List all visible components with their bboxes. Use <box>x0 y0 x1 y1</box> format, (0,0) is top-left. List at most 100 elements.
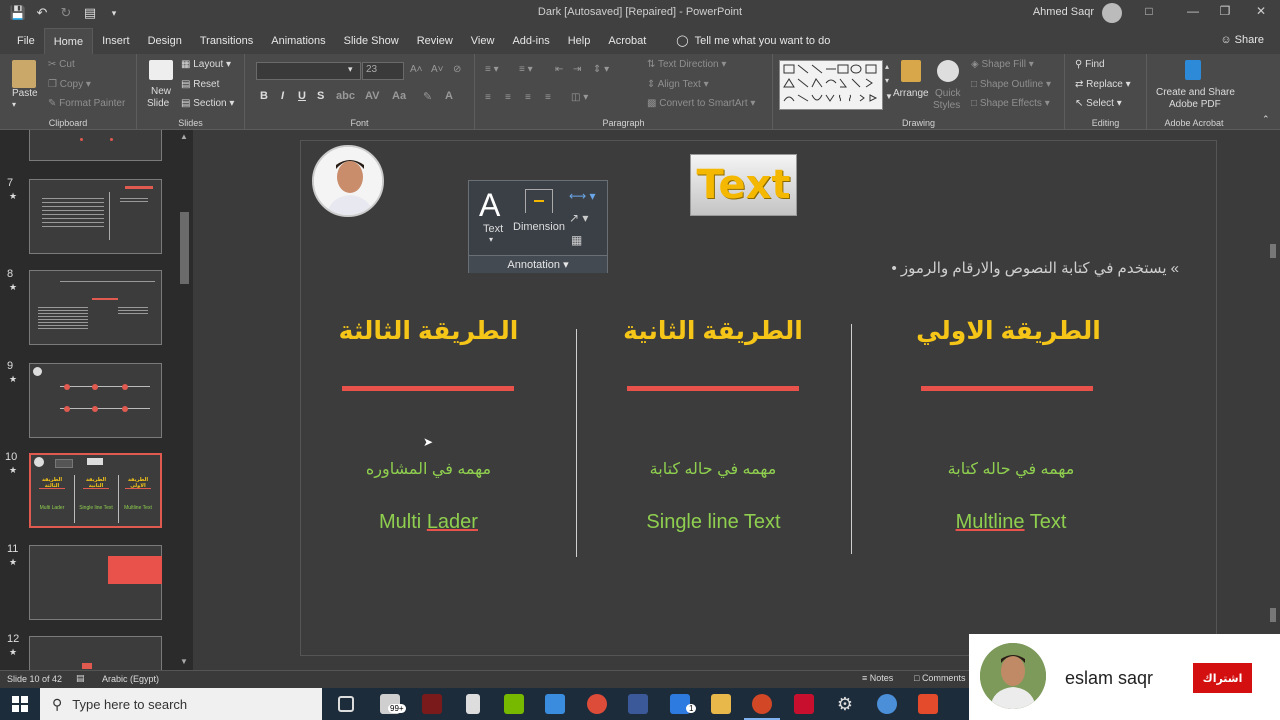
language-indicator[interactable]: Arabic (Egypt) <box>102 674 159 684</box>
camtasia-icon[interactable] <box>918 694 938 714</box>
tab-add-ins[interactable]: Add-ins <box>503 28 558 54</box>
justify-icon[interactable]: ≡ <box>545 92 551 103</box>
save-icon[interactable]: 💾 <box>10 5 26 21</box>
replace-button[interactable]: ⇄ Replace ▾ <box>1075 79 1131 90</box>
game-app-icon[interactable] <box>422 694 442 714</box>
slide-thumb-11[interactable] <box>29 545 162 620</box>
cut-button[interactable]: ✂ Cut <box>48 59 75 70</box>
slide-thumb-8[interactable] <box>29 270 162 345</box>
arrange-button[interactable]: Arrange <box>893 88 929 99</box>
scroll-down-icon[interactable]: ▼ <box>180 657 188 666</box>
new-slide-button[interactable]: New <box>151 86 171 97</box>
quick-styles-button[interactable]: Quick <box>935 88 961 99</box>
shapes-more-icon[interactable]: ▼ <box>885 92 893 101</box>
font-color-icon[interactable]: A <box>445 90 453 102</box>
indent-decrease-icon[interactable]: ⇤ <box>555 64 563 75</box>
line-spacing-icon[interactable]: ⇕ ▾ <box>593 64 609 75</box>
shadow-button[interactable]: S <box>317 90 324 102</box>
close-icon[interactable]: ✕ <box>1252 4 1270 18</box>
new-slide-label[interactable]: Slide <box>147 98 169 109</box>
create-share-pdf-button[interactable]: Create and Share <box>1156 87 1235 98</box>
minimize-icon[interactable]: — <box>1184 4 1202 18</box>
restore-icon[interactable]: ❐ <box>1216 4 1234 18</box>
section-button[interactable]: ▤ Section ▾ <box>181 98 234 109</box>
bullets-icon[interactable]: ≡ ▾ <box>485 64 499 75</box>
change-case-icon[interactable]: Aa <box>392 90 406 102</box>
decrease-font-icon[interactable]: A˅ <box>431 64 444 75</box>
increase-font-icon[interactable]: A˄ <box>410 64 423 75</box>
tab-transitions[interactable]: Transitions <box>191 28 262 54</box>
align-left-icon[interactable]: ≡ <box>485 92 491 103</box>
share-button[interactable]: ☺ Share <box>1220 34 1264 46</box>
present-icon[interactable]: ▤ <box>82 5 98 21</box>
font-name-field[interactable] <box>256 62 361 80</box>
numbering-icon[interactable]: ≡ ▾ <box>519 64 533 75</box>
tell-me-box[interactable]: ◯ Tell me what you want to do <box>667 28 839 54</box>
powerpoint-icon[interactable] <box>752 694 772 714</box>
align-text-button[interactable]: ⇕ Align Text ▾ <box>647 79 709 90</box>
bold-button[interactable]: B <box>260 90 268 102</box>
quick-styles-label[interactable]: Styles <box>933 100 960 111</box>
shapes-scroll-down-icon[interactable]: ▾ <box>885 76 889 85</box>
paste-icon[interactable] <box>12 60 36 88</box>
paste-dropdown-icon[interactable]: ▾ <box>12 100 16 109</box>
highlight-icon[interactable]: ✎ <box>423 90 432 103</box>
slide-thumb-12[interactable] <box>29 636 162 670</box>
slide-thumb-10-selected[interactable]: الطريقة الثالثة الطريقة الثانية الطريقة … <box>29 453 162 528</box>
shape-outline-button[interactable]: □ Shape Outline ▾ <box>971 79 1051 90</box>
settings-gear-icon[interactable]: ⚙ <box>835 694 855 714</box>
shape-fill-button[interactable]: ◈ Shape Fill ▾ <box>971 59 1034 70</box>
align-right-icon[interactable]: ≡ <box>525 92 531 103</box>
columns-icon[interactable]: ◫ ▾ <box>571 92 588 103</box>
layout-button[interactable]: ▦ Layout ▾ <box>181 59 231 70</box>
taskbar-search-box[interactable]: ⚲ Type here to search <box>40 688 322 720</box>
tab-help[interactable]: Help <box>559 28 600 54</box>
underline-button[interactable]: U <box>298 90 306 102</box>
shapes-gallery[interactable] <box>779 60 883 110</box>
autocad-icon[interactable] <box>794 694 814 714</box>
tab-slide-show[interactable]: Slide Show <box>335 28 408 54</box>
customize-qat-icon[interactable]: ▾ <box>106 5 122 21</box>
tab-home[interactable]: Home <box>43 28 94 54</box>
tab-view[interactable]: View <box>462 28 504 54</box>
comments-button[interactable]: □ Comments <box>914 673 965 683</box>
notes-button[interactable]: ≡ Notes <box>862 673 893 683</box>
clear-format-icon[interactable]: ⊘ <box>453 64 461 75</box>
windows-start-icon[interactable] <box>12 696 28 712</box>
scroll-up-icon[interactable]: ▲ <box>180 132 188 141</box>
find-button[interactable]: ⚲ Find <box>1075 59 1105 70</box>
tab-insert[interactable]: Insert <box>93 28 139 54</box>
italic-button[interactable]: I <box>281 90 284 102</box>
format-painter-button[interactable]: ✎ Format Painter <box>48 98 125 109</box>
tab-acrobat[interactable]: Acrobat <box>599 28 655 54</box>
arrange-icon[interactable] <box>901 60 921 82</box>
store-icon[interactable] <box>545 694 565 714</box>
redo-icon[interactable]: ↻ <box>58 5 74 21</box>
tab-file[interactable]: File <box>8 28 44 54</box>
font-size-field[interactable]: 23 <box>362 62 404 80</box>
task-view-icon[interactable] <box>338 696 354 712</box>
font-name-dropdown-icon[interactable]: ▾ <box>348 64 353 75</box>
slide-thumb-9[interactable] <box>29 363 162 438</box>
adobe-pdf-icon[interactable] <box>1185 60 1201 80</box>
thumbnail-scrollbar[interactable]: ▲ ▼ <box>178 130 192 670</box>
spellcheck-icon[interactable]: ▤ <box>76 673 85 684</box>
slide-thumb-7[interactable] <box>29 179 162 254</box>
user-name[interactable]: Ahmed Saqr <box>1033 6 1094 18</box>
file-explorer-icon[interactable] <box>711 694 731 714</box>
create-share-pdf-label[interactable]: Adobe PDF <box>1169 99 1221 110</box>
new-slide-icon[interactable] <box>149 60 173 80</box>
quick-styles-icon[interactable] <box>937 60 959 82</box>
align-center-icon[interactable]: ≡ <box>505 92 511 103</box>
user-avatar[interactable] <box>1102 3 1122 23</box>
text-direction-button[interactable]: ⇅ Text Direction ▾ <box>647 59 726 70</box>
tab-design[interactable]: Design <box>139 28 191 54</box>
spacing-icon[interactable]: AV <box>365 90 379 102</box>
shapes-scroll-up-icon[interactable]: ▴ <box>885 62 889 71</box>
app-icon[interactable] <box>877 694 897 714</box>
convert-smartart-button[interactable]: ▩ Convert to SmartArt ▾ <box>647 98 755 109</box>
document-app-icon[interactable] <box>466 694 480 714</box>
shape-effects-button[interactable]: □ Shape Effects ▾ <box>971 98 1050 109</box>
copy-button[interactable]: ❐ Copy ▾ <box>48 79 91 90</box>
chrome-icon[interactable] <box>587 694 607 714</box>
